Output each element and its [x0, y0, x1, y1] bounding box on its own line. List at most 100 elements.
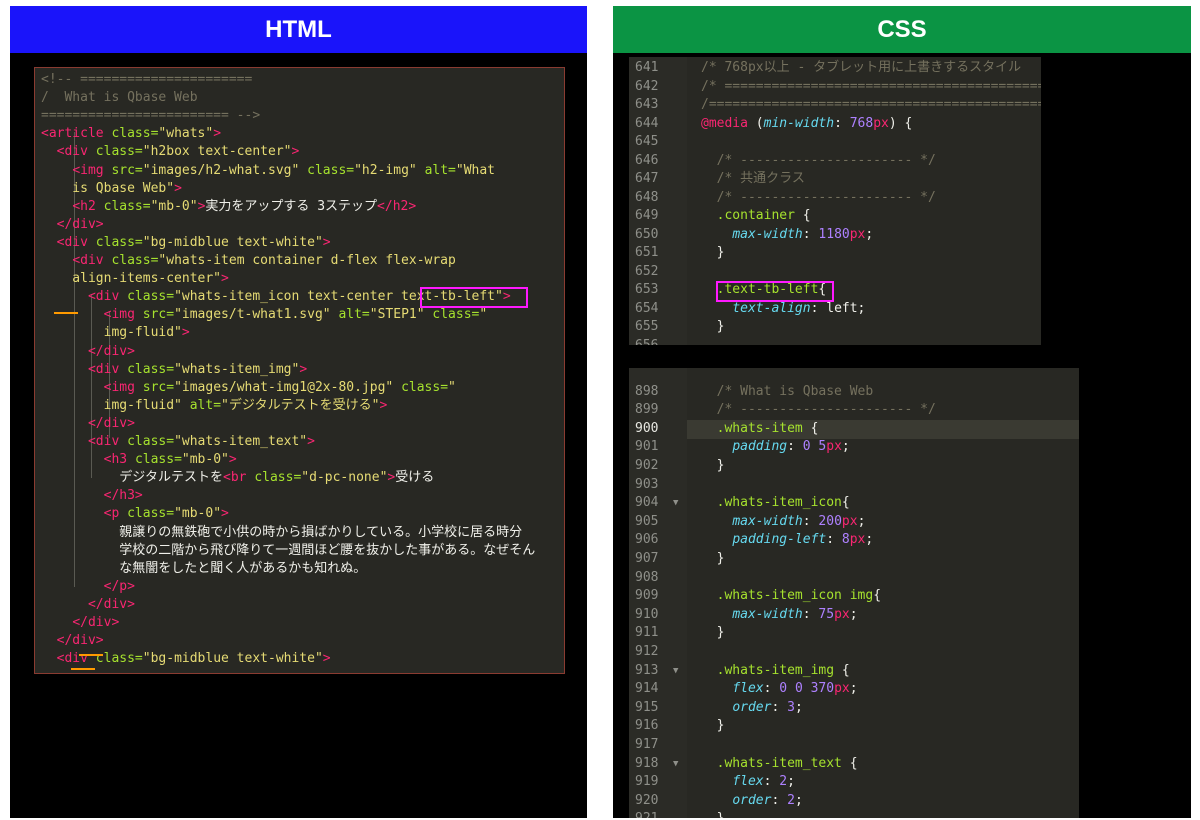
css-code-line: 641 /* 768px以上 - タブレット用に上書きするスタイル	[629, 59, 1041, 78]
code-token: is Qbase Web"	[41, 180, 175, 196]
code-token: src=	[142, 379, 175, 395]
code-token: padding	[732, 439, 788, 455]
code-token: >	[322, 651, 331, 667]
code-text: /* 768px以上 - タブレット用に上書きするスタイル	[701, 59, 1021, 78]
css-code-line: 904 ▼ .whats-item_icon{	[629, 494, 1079, 513]
code-token: 370	[810, 681, 835, 697]
line-number: 906	[635, 532, 659, 548]
code-text: /* ---------------------- */	[701, 152, 936, 171]
css-code-line: 903	[629, 476, 1079, 495]
html-code-editor[interactable]: <!-- ====================== / What is Qba…	[34, 67, 565, 674]
code-token: :	[763, 774, 780, 790]
code-token: 8	[841, 532, 850, 548]
code-token: </h3>	[103, 488, 143, 504]
css-code-line: 646 /* ---------------------- */	[629, 152, 1041, 171]
code-token: "images/t-what1.svg"	[174, 307, 331, 323]
line-number: 916	[635, 718, 659, 734]
code-line: </h3>	[41, 487, 143, 505]
line-number: 900	[635, 420, 659, 436]
line-number: 654	[635, 300, 659, 316]
code-token: align-items-center"	[41, 271, 222, 287]
code-text: }	[701, 457, 725, 476]
fold-arrow-icon[interactable]: ▼	[673, 755, 678, 774]
code-line: </p>	[41, 578, 135, 596]
code-token: : left;	[810, 300, 866, 316]
css-code-line: 920 order: 2;	[629, 792, 1079, 811]
code-text: @media (min-width: 768px) {	[701, 115, 912, 134]
line-number: 921	[635, 810, 675, 818]
code-text: .container {	[701, 207, 811, 226]
code-line: <div class="bg-midblue text-white">	[41, 650, 331, 668]
fold-arrow-icon[interactable]: ▼	[673, 494, 678, 513]
code-text: /* =====================================…	[701, 78, 1041, 97]
code-text: .whats-item_img {	[701, 662, 850, 681]
code-token: >	[322, 234, 331, 250]
code-token: /=======================================…	[701, 97, 1041, 112]
css-code-line: 899 /* ---------------------- */	[629, 401, 1079, 420]
code-token: alt=	[338, 307, 370, 323]
code-token: ;	[794, 792, 803, 808]
fold-arrow-icon[interactable]: ▼	[673, 662, 678, 681]
code-token: src=	[111, 162, 143, 178]
code-line: <div class="whats-item_img">	[41, 361, 307, 379]
code-token: <h3	[103, 452, 135, 468]
code-token: 2	[787, 792, 795, 808]
css-code-editor-bottom[interactable]: 898 /* What is Qbase Web 899 /* ---------…	[629, 368, 1079, 818]
code-text: text-align: left;	[701, 300, 865, 319]
code-text: order: 3;	[701, 699, 802, 718]
code-token: {	[873, 588, 882, 604]
text-tb-left-css-highlight	[716, 281, 834, 302]
code-token: 学校の二階から飛び降りて一週間ほど腰を抜かした事がある。なぜそん	[41, 542, 536, 558]
code-line: </div>	[41, 343, 135, 361]
css-code-editor-top[interactable]: 641 /* 768px以上 - タブレット用に上書きするスタイル 642 /* ==…	[629, 57, 1041, 345]
code-token: class=	[127, 361, 175, 377]
code-token: class=	[127, 434, 175, 449]
code-text: flex: 2;	[701, 773, 795, 792]
code-token: px	[834, 681, 850, 697]
code-token: 0	[779, 681, 788, 697]
line-number: 907	[635, 551, 659, 566]
code-token: "bg-midblue text-white"	[142, 651, 323, 667]
code-text: }	[701, 550, 725, 569]
css-code-line: 906 padding-left: 8px;	[629, 531, 1079, 550]
code-token: }	[701, 319, 725, 334]
code-token: (	[755, 115, 764, 131]
code-token: {	[841, 755, 858, 771]
code-token: @media	[701, 115, 756, 131]
code-token: <img	[103, 379, 143, 395]
code-token: "mb-0"	[174, 506, 222, 522]
code-line: 学校の二階から飛び降りて一週間ほど腰を抜かした事がある。なぜそん	[41, 542, 535, 560]
code-text: flex: 0 0 370px;	[701, 680, 857, 699]
code-token: px	[849, 532, 866, 548]
line-number: 652	[635, 263, 659, 279]
code-token: }	[701, 458, 725, 473]
code-token: px	[826, 439, 842, 455]
code-token: <div	[87, 289, 128, 305]
html-panel-title: HTML	[10, 6, 587, 53]
code-text: }	[701, 624, 725, 643]
code-token: flex	[732, 681, 764, 697]
code-line: </div>	[41, 415, 135, 433]
code-token: </div>	[56, 633, 104, 649]
code-text: order: 2;	[701, 792, 803, 811]
code-token: "What	[455, 162, 496, 178]
line-number: 901	[635, 439, 659, 455]
code-line: <!-- ======================	[41, 71, 252, 89]
